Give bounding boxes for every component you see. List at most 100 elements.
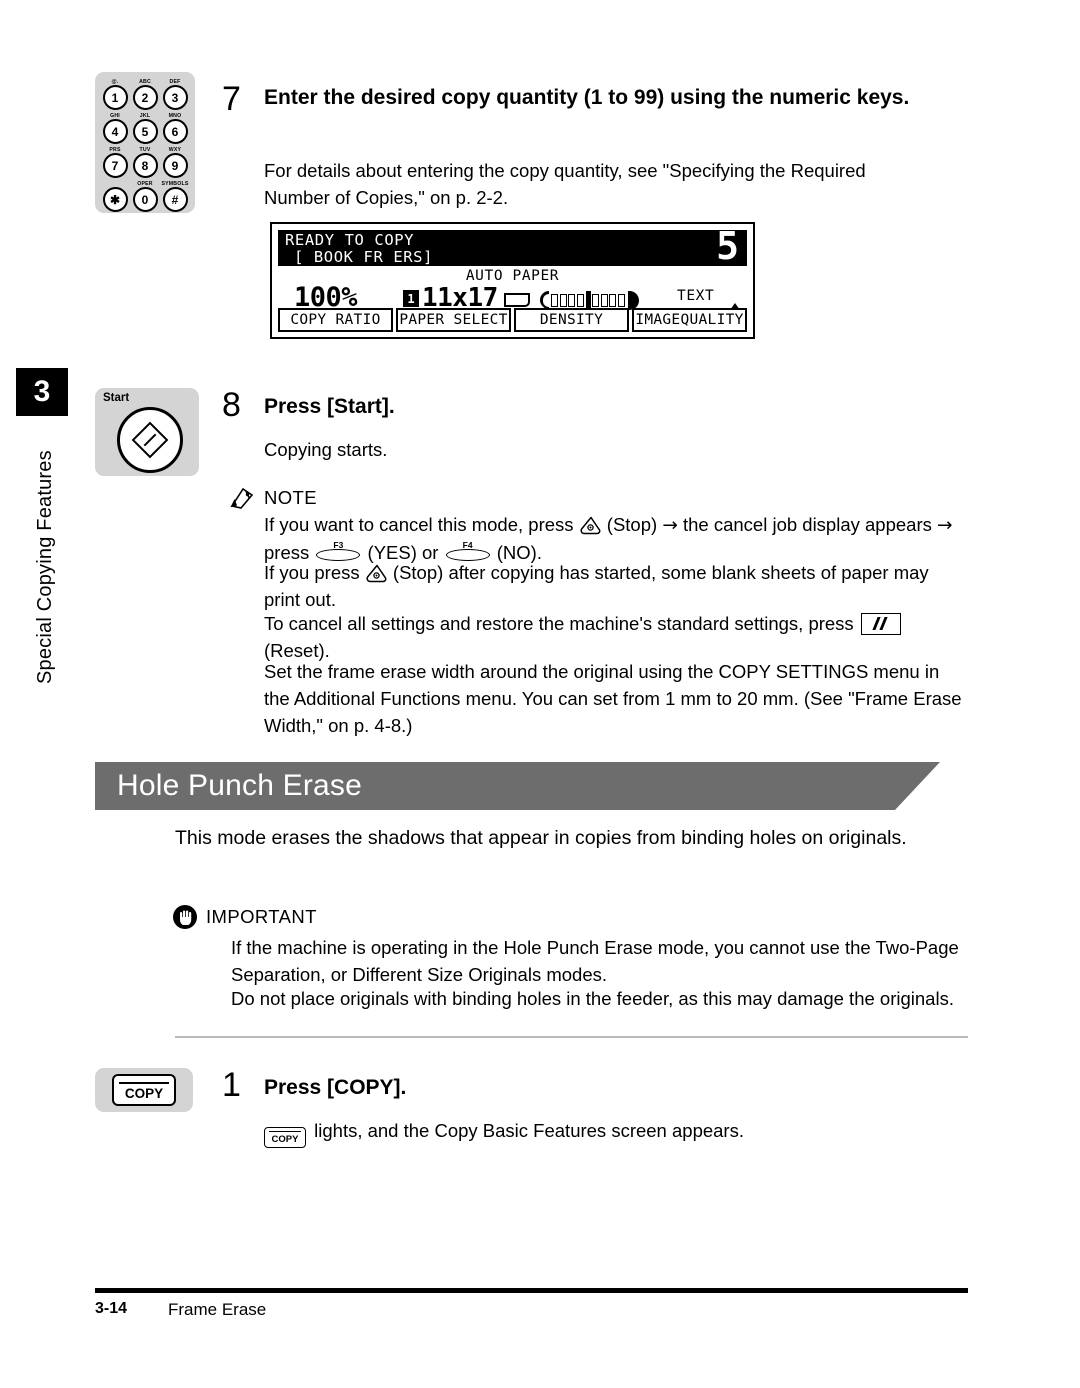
lcd-softkey-row: COPY RATIO PAPER SELECT DENSITY IMAGEQUA… [278,303,747,332]
important-callout-header: IMPORTANT [173,905,317,929]
lcd-image-quality-value: TEXT [677,288,715,304]
lcd-density-gauge [540,290,639,310]
step-8-heading: Press [Start]. [264,395,395,418]
keypad-key-3: 3 [162,85,188,110]
density-step [551,293,558,307]
reset-key-icon [860,613,901,635]
footer-page-number: 3-14 [95,1300,128,1317]
start-key-label: Start [103,392,130,404]
f4-key-shape [445,548,490,561]
lcd-status-bar: READY TO COPY [ BOOK FR ERS] 5 [278,224,747,268]
keypad-key-6: 6 [162,119,188,144]
keypad-letters: DEF [169,79,181,85]
lcd-softkey-paper-select[interactable]: PAPER SELECT [396,308,511,332]
keypad-key-7: 7 [102,153,128,178]
step-1-body: COPY lights, and the Copy Basic Features… [264,1118,884,1148]
note-p2-text-a: If you press [264,562,360,583]
section-intro: This mode erases the shadows that appear… [175,827,907,849]
step-7-heading-wrap: Enter the desired copy quantity (1 to 99… [264,84,964,112]
paper-tray-icon [504,293,530,307]
density-current-marker [585,291,591,309]
density-step [600,293,608,307]
numeric-keypad-illustration: @. 1 ABC 2 DEF 3 GHI 4 JKL 5 MNO 6 PRS 7… [95,72,195,213]
lcd-softkey-image-quality[interactable]: IMAGEQUALITY [632,303,747,332]
note-callout-header: NOTE [229,486,317,510]
keypad-cell: ABC 2 [130,78,160,112]
keypad-key-2: 2 [132,85,158,110]
keypad-key-hash: # [162,187,188,212]
copy-key-label: COPY [124,1085,164,1101]
keypad-grid: @. 1 ABC 2 DEF 3 GHI 4 JKL 5 MNO 6 PRS 7… [100,78,190,214]
keypad-key-8: 8 [132,153,158,178]
keypad-cell: WXY 9 [160,146,190,180]
keypad-letters: OPER [137,181,153,187]
reset-slash-2 [879,617,888,630]
keypad-letters: SYMBOLS [161,181,189,187]
density-dark-icon [628,290,639,310]
note-p1-text-c: the cancel job display appears [682,514,932,535]
density-step [592,293,599,307]
keypad-cell: PRS 7 [100,146,130,180]
keypad-letters: GHI [110,113,120,119]
lcd-cassette-number: 1 [403,290,419,307]
chapter-number-tab: 3 [16,368,68,416]
copy-key-button: COPY [112,1074,176,1106]
keypad-key-0: 0 [132,187,158,212]
right-arrow-icon: → [662,515,678,536]
important-label: IMPORTANT [206,906,317,927]
copy-key-inline-label: COPY [271,1134,299,1145]
step-7-body: For details about entering the copy quan… [264,160,866,208]
note-label: NOTE [264,487,317,508]
right-arrow-icon-2: → [937,515,953,536]
keypad-cell: JKL 5 [130,112,160,146]
keypad-letters: MNO [168,113,182,119]
step-7-body-wrap: For details about entering the copy quan… [264,158,934,212]
copy-key-inline-icon: COPY [264,1126,306,1148]
step-1-heading: Press [COPY]. [264,1076,407,1099]
copy-key-illustration: COPY [95,1068,193,1112]
keypad-cell: MNO 6 [160,112,190,146]
keypad-cell: GHI 4 [100,112,130,146]
lcd-softkey-density[interactable]: DENSITY [514,308,629,332]
keypad-cell: OPER 0 [130,180,160,214]
start-diamond-icon [131,421,169,459]
lcd-copy-quantity: 5 [716,224,739,268]
step-1-body-text: lights, and the Copy Basic Features scre… [314,1120,744,1141]
density-light-icon [540,291,549,309]
keypad-letters: WXY [168,147,182,153]
note-paragraph-1: If you want to cancel this mode, press (… [264,512,969,567]
step-8-heading-wrap: Press [Start]. [264,393,764,421]
keypad-key-5: 5 [132,119,158,144]
lcd-display-illustration: READY TO COPY [ BOOK FR ERS] 5 AUTO PAPE… [270,222,755,339]
stop-key-icon [580,516,601,535]
density-step [576,293,584,307]
step-8-body: Copying starts. [264,439,388,460]
hand-stop-icon [173,905,197,929]
section-title: Hole Punch Erase [117,769,363,802]
keypad-cell: TUV 8 [130,146,160,180]
keypad-key-1: 1 [102,85,128,110]
density-step [617,293,625,307]
pencil-icon [230,487,254,509]
step-1-heading-wrap: Press [COPY]. [264,1074,764,1102]
lcd-softkey-copy-ratio[interactable]: COPY RATIO [278,308,393,332]
note-p3-text-a: To cancel all settings and restore the m… [264,613,854,634]
start-key-button [117,407,183,473]
keypad-letters: PRS [109,147,121,153]
note-p1-text-b: (Stop) [606,514,658,535]
lcd-status-line2: [ BOOK FR ERS] [294,248,434,266]
keypad-letters: @. [111,79,119,85]
up-arrow-icon [730,303,740,310]
density-step [559,293,567,307]
important-paragraph-2: Do not place originals with binding hole… [231,988,954,1009]
note-p2-text-b: (Stop) after copying has started, some b… [264,562,929,610]
hand-glyph [179,910,191,925]
keypad-key-asterisk: ✱ [102,187,128,212]
keypad-letters: ABC [139,79,151,85]
note-paragraph-4: Set the frame erase width around the ori… [264,661,962,736]
note-p1-text-a: If you want to cancel this mode, press [264,514,574,535]
keypad-cell: SYMBOLS # [160,180,190,214]
chapter-title-vertical: Special Copying Features [34,450,56,684]
stop-key-icon-2 [366,564,387,583]
section-banner: Hole Punch Erase [95,762,940,810]
